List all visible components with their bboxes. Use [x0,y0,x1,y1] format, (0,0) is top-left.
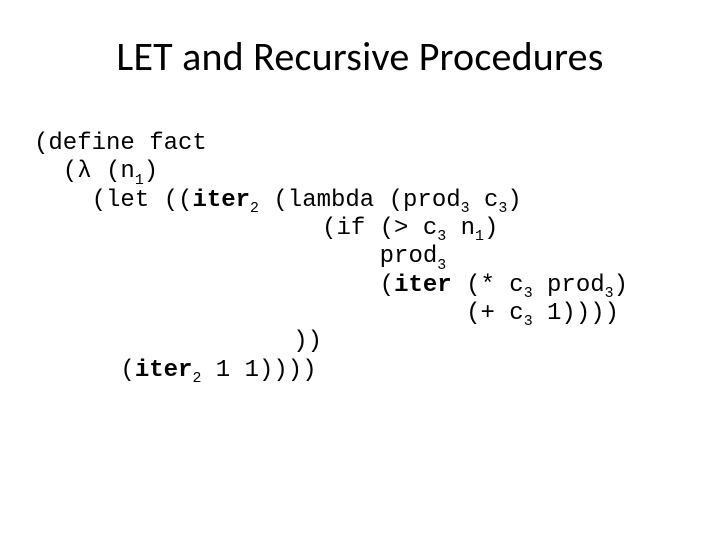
subscript-3: 3 [524,286,533,302]
code-line-7a: (+ c [34,300,524,327]
subscript-3: 3 [498,201,507,217]
code-line-3c: c [470,187,499,214]
code-line-6b: (* c [452,272,524,299]
subscript-3: 3 [437,258,446,274]
code-line-9a: ( [34,357,135,384]
code-line-3b: (lambda (prod [259,187,461,214]
subscript-2: 2 [250,201,259,217]
subscript-3: 3 [461,201,470,217]
iter-keyword: iter [135,357,193,384]
iter-keyword: iter [192,187,250,214]
code-line-6c: prod [533,272,605,299]
subscript-3: 3 [437,229,446,245]
code-line-9b: 1 1)))) [201,357,316,384]
code-line-2b: (n [92,158,135,185]
code-line-6d: ) [614,272,628,299]
slide-title: LET and Recursive Procedures [0,32,720,81]
code-line-4c: ) [484,215,498,242]
subscript-1: 1 [135,173,144,189]
iter-keyword: iter [394,272,452,299]
code-line-2c: ) [144,158,158,185]
code-line-4b: n [446,215,475,242]
code-line-3d: ) [507,187,521,214]
slide: LET and Recursive Procedures (define fac… [0,0,720,540]
subscript-3: 3 [605,286,614,302]
lambda-symbol: λ [77,158,91,185]
subscript-1: 1 [475,229,484,245]
code-line-4a: (if (> c [34,215,437,242]
subscript-3: 3 [524,314,533,330]
code-block: (define fact (λ (n1) (let ((iter2 (lambd… [34,130,628,385]
code-line-2a: ( [34,158,77,185]
code-line-5a: prod [34,243,437,270]
code-line-6a: ( [34,272,394,299]
subscript-2: 2 [192,371,201,387]
code-line-8a: )) [34,328,322,355]
code-line-1: (define fact [34,130,207,157]
code-line-3a: (let (( [34,187,192,214]
code-line-7b: 1)))) [533,300,619,327]
